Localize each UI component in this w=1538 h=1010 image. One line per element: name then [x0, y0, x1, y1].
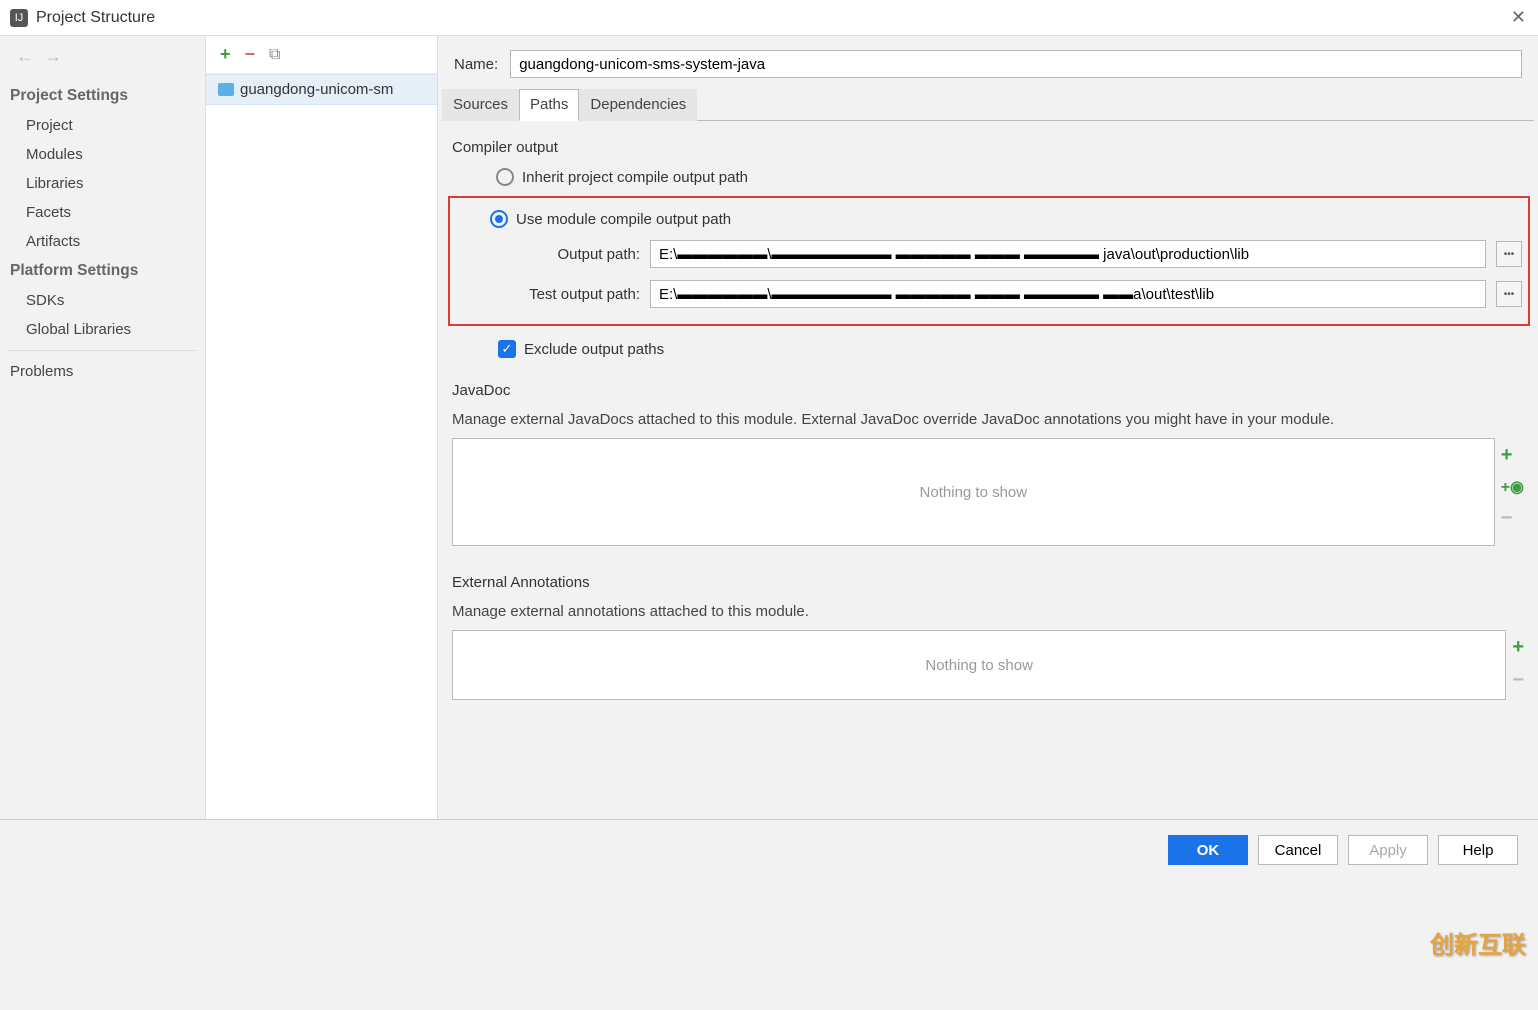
radio-inherit[interactable] — [496, 168, 514, 186]
forward-icon[interactable]: → — [44, 46, 62, 67]
help-button[interactable]: Help — [1438, 835, 1518, 865]
exclude-row[interactable]: ✓ Exclude output paths — [438, 330, 1538, 364]
exclude-label: Exclude output paths — [524, 341, 664, 358]
sidebar: ← → Project Settings Project Modules Lib… — [0, 36, 206, 819]
output-path-label: Output path: — [490, 246, 640, 263]
cancel-button[interactable]: Cancel — [1258, 835, 1338, 865]
radio-use-module-row[interactable]: Use module compile output path — [490, 204, 1522, 234]
module-tabs: Sources Paths Dependencies — [442, 88, 1534, 121]
tree-toolbar: + − ⧉ — [206, 36, 437, 74]
ext-annotations-title: External Annotations — [438, 556, 1538, 597]
sidebar-item-project[interactable]: Project — [0, 111, 205, 140]
test-output-path-input[interactable] — [650, 280, 1486, 308]
module-name: guangdong-unicom-sm — [240, 81, 393, 98]
remove-module-icon[interactable]: − — [245, 44, 256, 65]
output-path-input[interactable] — [650, 240, 1486, 268]
javadoc-tools: + +◉ − — [1495, 438, 1524, 546]
javadoc-add-url-icon[interactable]: +◉ — [1501, 477, 1524, 497]
window-title: Project Structure — [36, 9, 155, 27]
sidebar-item-artifacts[interactable]: Artifacts — [0, 227, 205, 256]
test-output-path-label: Test output path: — [490, 286, 640, 303]
nav-arrows: ← → — [0, 42, 205, 81]
apply-button[interactable]: Apply — [1348, 835, 1428, 865]
radio-inherit-row[interactable]: Inherit project compile output path — [438, 162, 1538, 192]
javadoc-remove-icon[interactable]: − — [1501, 507, 1524, 530]
dialog-footer: OK Cancel Apply Help — [0, 820, 1538, 880]
sidebar-item-modules[interactable]: Modules — [0, 140, 205, 169]
sidebar-item-problems[interactable]: Problems — [0, 357, 205, 386]
browse-test-output-path-icon[interactable]: ••• — [1496, 281, 1522, 307]
section-project-settings: Project Settings — [0, 81, 205, 111]
add-module-icon[interactable]: + — [220, 44, 231, 65]
javadoc-empty: Nothing to show — [452, 438, 1495, 546]
folder-icon — [218, 83, 234, 96]
main-content: ← → Project Settings Project Modules Lib… — [0, 36, 1538, 820]
close-icon[interactable]: ✕ — [1511, 7, 1526, 28]
titlebar: IJ Project Structure ✕ — [0, 0, 1538, 36]
section-platform-settings: Platform Settings — [0, 256, 205, 286]
tab-dependencies[interactable]: Dependencies — [579, 89, 697, 121]
sidebar-item-global-libraries[interactable]: Global Libraries — [0, 315, 205, 344]
module-tree-panel: + − ⧉ guangdong-unicom-sm — [206, 36, 438, 819]
copy-module-icon[interactable]: ⧉ — [269, 46, 280, 64]
javadoc-add-icon[interactable]: + — [1501, 444, 1524, 467]
name-row: Name: — [438, 36, 1538, 88]
radio-use-module-label: Use module compile output path — [516, 211, 731, 228]
sidebar-item-sdks[interactable]: SDKs — [0, 286, 205, 315]
name-label: Name: — [454, 56, 498, 73]
exclude-checkbox[interactable]: ✓ — [498, 340, 516, 358]
back-icon[interactable]: ← — [16, 46, 34, 67]
sidebar-item-libraries[interactable]: Libraries — [0, 169, 205, 198]
radio-use-module[interactable] — [490, 210, 508, 228]
tab-paths[interactable]: Paths — [519, 89, 579, 121]
javadoc-title: JavaDoc — [438, 364, 1538, 405]
ok-button[interactable]: OK — [1168, 835, 1248, 865]
sidebar-item-facets[interactable]: Facets — [0, 198, 205, 227]
ext-annotations-remove-icon[interactable]: − — [1512, 669, 1524, 692]
module-name-input[interactable] — [510, 50, 1522, 78]
highlighted-region: Use module compile output path Output pa… — [448, 196, 1530, 326]
details-panel: Name: Sources Paths Dependencies Compile… — [438, 36, 1538, 819]
output-path-row: Output path: ••• — [490, 234, 1522, 274]
javadoc-desc: Manage external JavaDocs attached to thi… — [438, 405, 1538, 438]
browse-output-path-icon[interactable]: ••• — [1496, 241, 1522, 267]
test-output-path-row: Test output path: ••• — [490, 274, 1522, 314]
ext-annotations-empty: Nothing to show — [452, 630, 1506, 700]
radio-inherit-label: Inherit project compile output path — [522, 169, 748, 186]
javadoc-list: Nothing to show + +◉ − — [452, 438, 1524, 546]
ext-annotations-list: Nothing to show + − — [452, 630, 1524, 700]
watermark: 创新互联 — [1430, 925, 1526, 960]
tab-sources[interactable]: Sources — [442, 89, 519, 121]
app-icon: IJ — [10, 9, 28, 27]
sidebar-divider — [8, 350, 197, 351]
compiler-output-title: Compiler output — [438, 121, 1538, 162]
ext-annotations-tools: + − — [1506, 630, 1524, 700]
tree-item-module[interactable]: guangdong-unicom-sm — [206, 74, 437, 105]
ext-annotations-desc: Manage external annotations attached to … — [438, 597, 1538, 630]
ext-annotations-add-icon[interactable]: + — [1512, 636, 1524, 659]
